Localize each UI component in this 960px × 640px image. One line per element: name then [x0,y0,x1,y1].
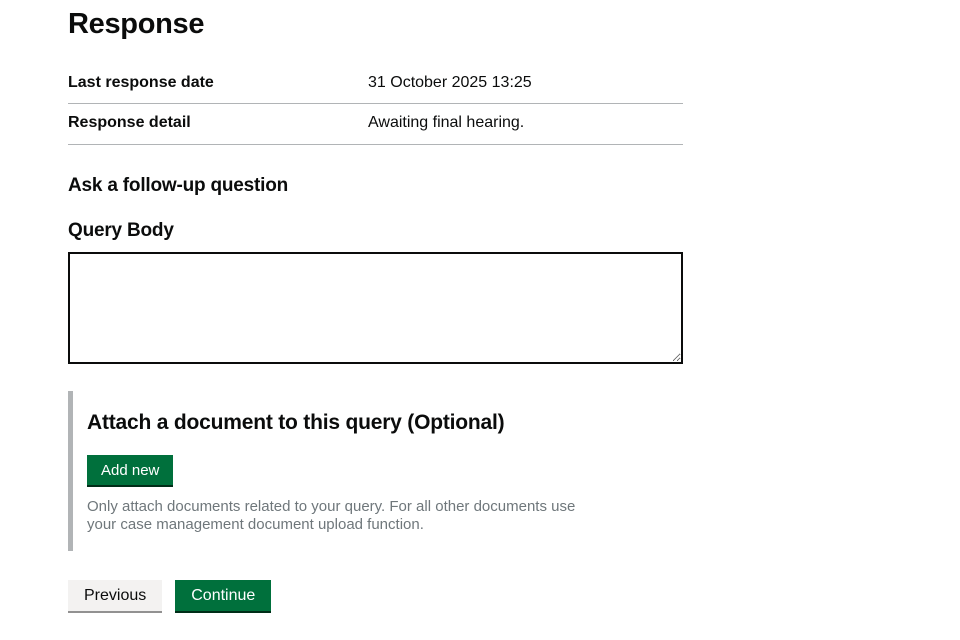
response-summary-list: Last response date 31 October 2025 13:25… [68,64,683,145]
attach-document-heading: Attach a document to this query (Optiona… [87,411,683,435]
add-new-button[interactable]: Add new [87,455,173,485]
summary-label: Response detail [68,114,368,132]
attach-document-hint: Only attach documents related to your qu… [87,498,603,535]
query-body-label: Query Body [68,220,683,242]
query-body-textarea[interactable] [68,252,683,364]
summary-label: Last response date [68,74,368,92]
attach-document-section: Attach a document to this query (Optiona… [68,391,683,552]
form-actions: Previous Continue [68,580,683,611]
summary-row-response-detail: Response detail Awaiting final hearing. [68,104,683,144]
main-content: Response Last response date 31 October 2… [68,0,683,640]
summary-value: 31 October 2025 13:25 [368,74,683,92]
follow-up-heading: Ask a follow-up question [68,145,683,197]
summary-value: Awaiting final hearing. [368,114,683,132]
previous-button[interactable]: Previous [68,580,162,611]
summary-row-last-response-date: Last response date 31 October 2025 13:25 [68,64,683,104]
page-title: Response [68,0,683,41]
continue-button[interactable]: Continue [175,580,271,611]
